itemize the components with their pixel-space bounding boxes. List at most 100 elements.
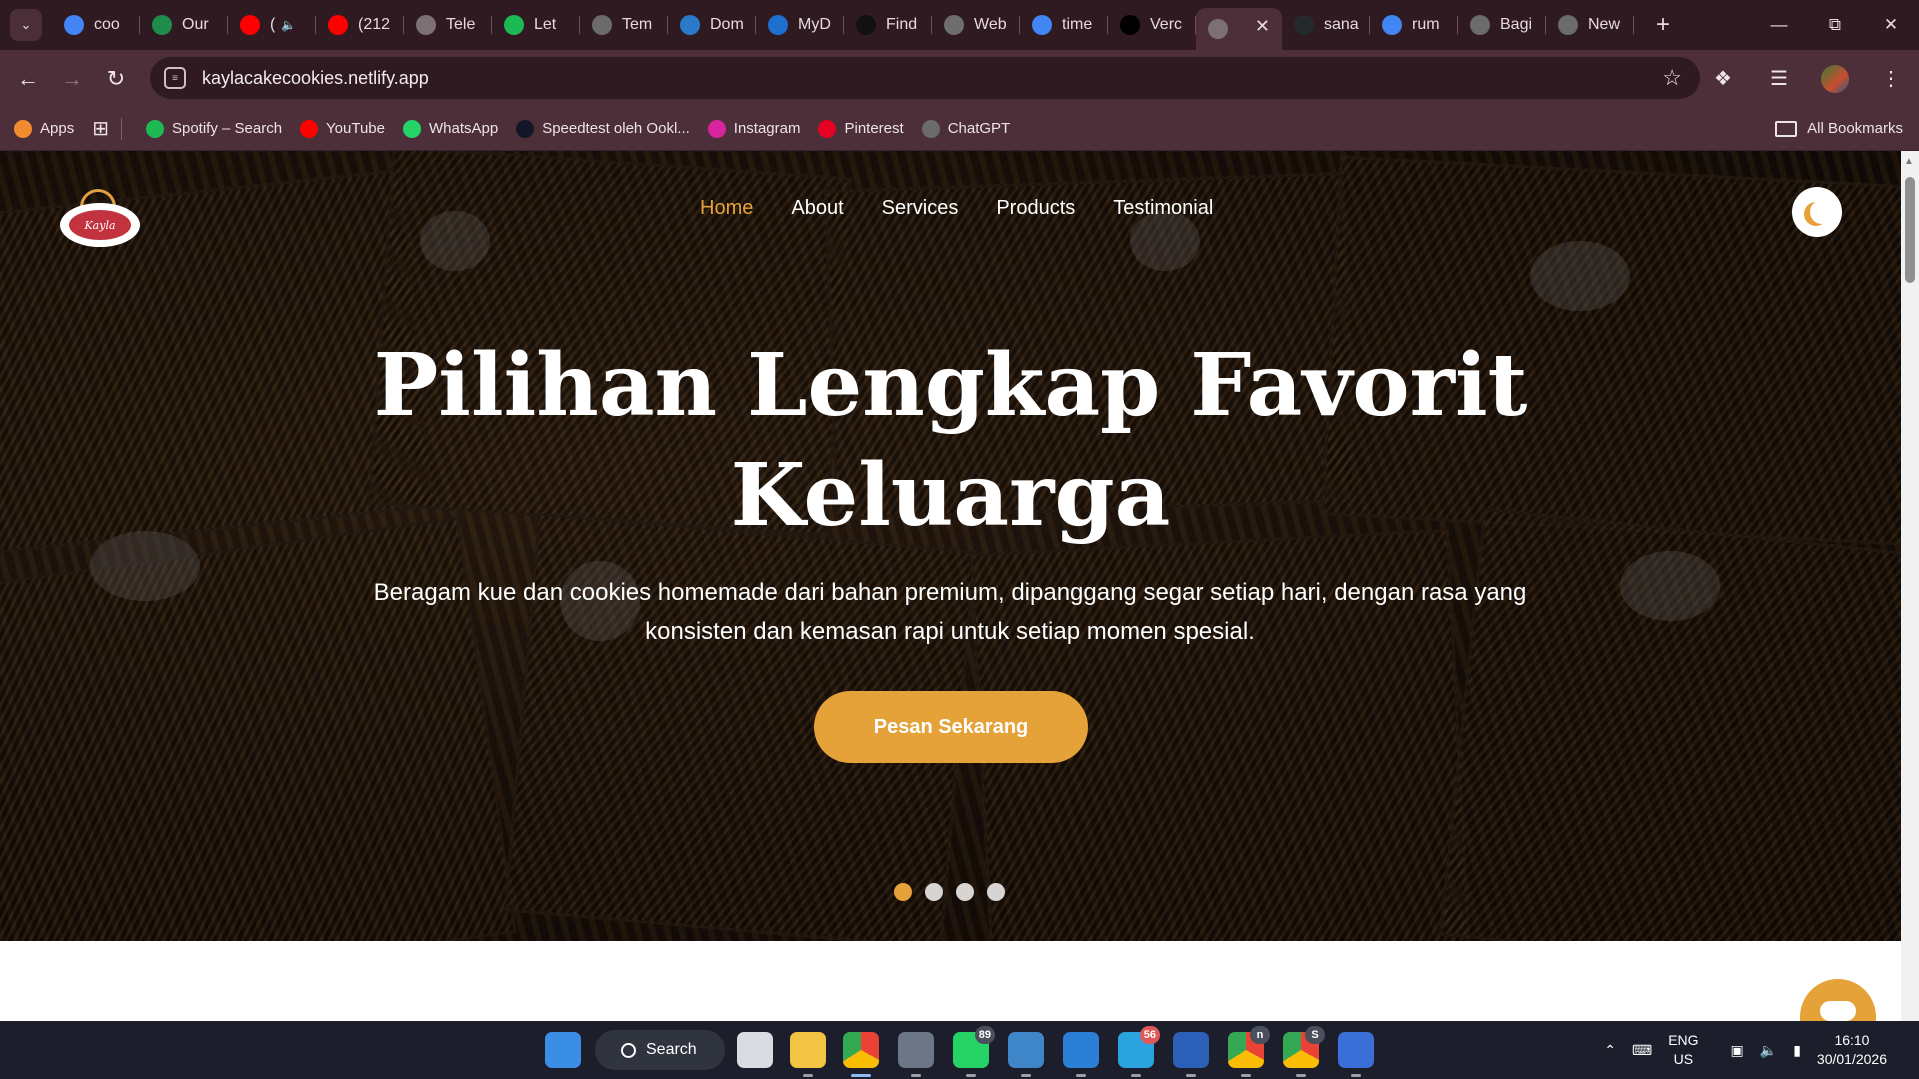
reload-button[interactable]: ↻	[94, 57, 138, 101]
all-bookmarks-button[interactable]: All Bookmarks	[1775, 120, 1903, 137]
windows-start-icon[interactable]	[545, 1032, 581, 1068]
close-window-button[interactable]: ✕	[1863, 0, 1919, 50]
whatsapp-icon[interactable]: 89	[953, 1026, 995, 1077]
tab-strip: ⌄ coo Our(🔈 (212 Tele Let Tem Dom MyD Find Web tim…	[0, 0, 1919, 50]
back-button[interactable]: ←	[6, 57, 50, 101]
bookmark-apps-grid[interactable]: Apps	[14, 119, 74, 138]
forward-button[interactable]: →	[50, 57, 94, 101]
openai-icon	[921, 119, 940, 138]
bookmark-label: Spotify – Search	[171, 120, 283, 137]
bookmark-instagram[interactable]: Instagram	[707, 119, 800, 138]
nav-link-about[interactable]: About	[791, 197, 843, 220]
slide-dot-4[interactable]	[987, 883, 1005, 901]
media-controls-icon[interactable]: ☰	[1751, 66, 1807, 91]
battery-icon[interactable]: ▮	[1793, 1042, 1801, 1059]
browser-tab[interactable]: Tem	[580, 7, 668, 43]
browser-tab[interactable]: Verc	[1108, 7, 1196, 43]
browser-tab[interactable]: sana	[1282, 7, 1370, 43]
address-bar[interactable]: ≡ kaylacakecookies.netlify.app ☆	[150, 57, 1700, 99]
chrome-icon[interactable]	[843, 1032, 879, 1077]
slide-dot-3[interactable]	[956, 883, 974, 901]
nav-link-testimonial[interactable]: Testimonial	[1113, 197, 1213, 220]
slide-dot-1[interactable]	[894, 883, 912, 901]
tab-title: sana	[1324, 16, 1359, 33]
slide-dot-2[interactable]	[925, 883, 943, 901]
site-info-icon[interactable]: ≡	[164, 67, 186, 89]
bookmark-whatsapp[interactable]: WhatsApp	[402, 119, 499, 138]
browser-tab[interactable]: Let	[492, 7, 580, 43]
openai-icon	[592, 15, 612, 35]
browser-tab[interactable]: Dom	[668, 7, 756, 43]
scroll-up-arrow-icon[interactable]: ▲	[1904, 156, 1914, 167]
browser-tab[interactable]: rum	[1370, 7, 1458, 43]
toolbar-actions: ❖ ☰ ⋮	[1695, 50, 1919, 107]
browser-tab[interactable]: Find	[844, 7, 932, 43]
settings-icon[interactable]	[898, 1032, 934, 1077]
volume-icon[interactable]: 🔈	[1760, 1042, 1777, 1059]
tab-search-menu-button[interactable]: ⌄	[10, 9, 42, 41]
photos-icon[interactable]	[1008, 1032, 1044, 1077]
browser-tab[interactable]: (212	[316, 7, 404, 43]
extensions-icon[interactable]: ❖	[1695, 66, 1751, 91]
tab-title: New	[1588, 16, 1621, 33]
window-controls: — ⧉ ✕	[1751, 0, 1919, 50]
file-explorer-icon[interactable]	[790, 1032, 826, 1077]
restore-button[interactable]: ⧉	[1807, 0, 1863, 50]
task-view-icon[interactable]	[737, 1032, 773, 1068]
network-icon[interactable]: ▣	[1731, 1042, 1744, 1059]
browser-tab[interactable]: New	[1546, 7, 1634, 43]
order-now-button[interactable]: Pesan Sekarang	[814, 691, 1088, 763]
minimize-button[interactable]: —	[1751, 0, 1807, 50]
tab-title: Find	[886, 16, 918, 33]
language-indicator[interactable]: ENG US	[1668, 1031, 1714, 1069]
keyboard-icon[interactable]: ⌨	[1632, 1042, 1652, 1059]
tab-title: time	[1062, 16, 1093, 33]
tab-audio-icon[interactable]: 🔈	[281, 18, 296, 32]
clock[interactable]: 16:10 30/01/2026	[1817, 1031, 1903, 1069]
telegram-icon[interactable]: 56	[1118, 1026, 1160, 1077]
tab-list: coo Our(🔈 (212 Tele Let Tem Dom MyD Find Web time V…	[52, 0, 1634, 50]
bookmark-spotify[interactable]: Spotify – Search	[145, 119, 283, 138]
browser-tab[interactable]: time	[1020, 7, 1108, 43]
browser-tab[interactable]: Our	[140, 7, 228, 43]
browser-tab[interactable]: ✕	[1196, 8, 1282, 50]
close-tab-icon[interactable]: ✕	[1255, 16, 1270, 37]
taskbar-search[interactable]: Search	[595, 1030, 725, 1070]
running-indicator	[966, 1074, 976, 1077]
bookmark-speedtest[interactable]: Speedtest oleh Ookl...	[516, 119, 690, 138]
slider-dots	[894, 883, 1018, 901]
bookmark-pinterest[interactable]: Pinterest	[818, 119, 904, 138]
browser-tab[interactable]: coo	[52, 7, 140, 43]
bookmark-youtube[interactable]: YouTube	[300, 119, 385, 138]
browser-tab[interactable]: Web	[932, 7, 1020, 43]
scroll-thumb[interactable]	[1905, 177, 1915, 283]
browser-tab[interactable]: (🔈	[228, 7, 316, 43]
chrome-profile-icon[interactable]: n	[1228, 1026, 1270, 1077]
dark-mode-toggle[interactable]	[1792, 187, 1842, 237]
nav-link-services[interactable]: Services	[882, 197, 959, 220]
browser-tab[interactable]: Tele	[404, 7, 492, 43]
site-logo[interactable]: Kayla	[58, 189, 142, 247]
bookmark-openai[interactable]: ChatGPT	[921, 119, 1010, 138]
tray-overflow-chevron-icon[interactable]: ⌃	[1604, 1042, 1616, 1059]
tab-groups-icon[interactable]: ⊞	[92, 116, 109, 141]
url-text[interactable]: kaylacakecookies.netlify.app	[202, 68, 429, 89]
bookmark-star-icon[interactable]: ☆	[1662, 65, 1682, 91]
new-tab-button[interactable]: +	[1648, 11, 1678, 39]
browser-tab[interactable]: MyD	[756, 7, 844, 43]
profile-avatar[interactable]	[1807, 64, 1863, 93]
spotify-icon	[145, 119, 164, 138]
chat-button[interactable]	[1800, 979, 1876, 1021]
page-scrollbar[interactable]: ▲	[1901, 151, 1919, 1021]
bookmark-label: WhatsApp	[428, 120, 499, 137]
kebab-menu-icon[interactable]: ⋮	[1863, 66, 1919, 91]
nav-link-home[interactable]: Home	[700, 197, 753, 220]
chrome-profile-icon[interactable]: S	[1283, 1026, 1325, 1077]
nav-link-products[interactable]: Products	[996, 197, 1075, 220]
arc-icon[interactable]	[1338, 1032, 1374, 1077]
clock-time: 16:10	[1834, 1032, 1870, 1048]
word-icon[interactable]	[1173, 1032, 1209, 1077]
vscode-icon[interactable]	[1063, 1032, 1099, 1077]
browser-tab[interactable]: Bagi	[1458, 7, 1546, 43]
running-indicator	[1186, 1074, 1196, 1077]
